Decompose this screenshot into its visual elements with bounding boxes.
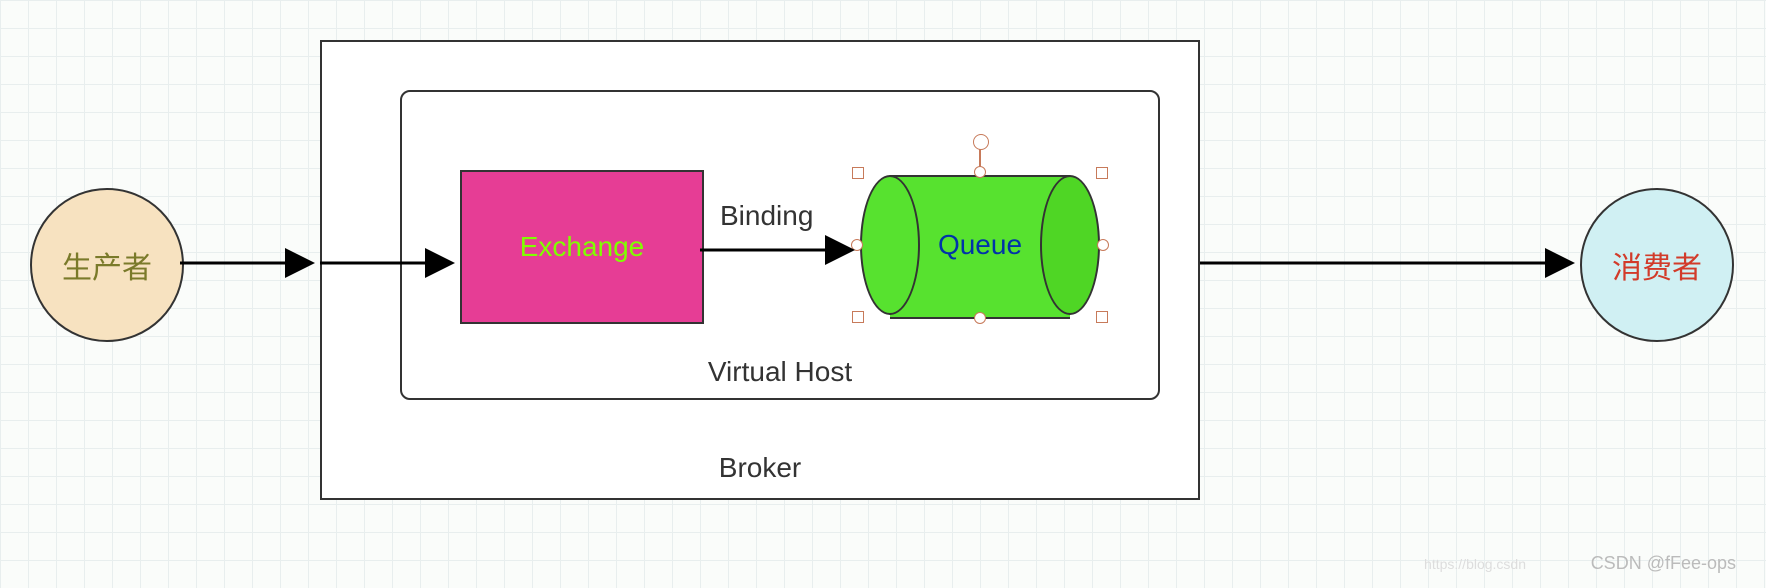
arrows-layer: [0, 0, 1766, 588]
watermark-main: CSDN @fFee-ops: [1591, 553, 1736, 574]
watermark-faint: https://blog.csdn: [1424, 556, 1526, 572]
